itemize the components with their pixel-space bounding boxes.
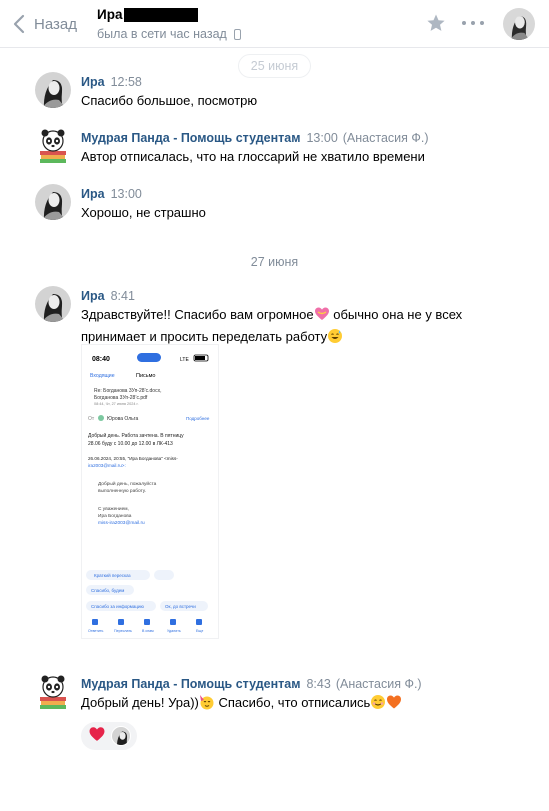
mail-toolbar-label: Удалить <box>167 629 181 633</box>
mail-body: Добрый день. Работа зачтена. В пятницу <box>88 432 184 439</box>
date-separator: 27 июня <box>0 255 549 269</box>
mail-toolbar-label: В спам <box>142 629 154 633</box>
star-icon[interactable] <box>426 13 446 33</box>
mail-toolbar-label: Еще <box>196 629 203 633</box>
message-time[interactable]: 8:43 <box>306 677 330 691</box>
message-text-part: обычно она не у всех <box>329 307 463 322</box>
message-time[interactable]: 13:00 <box>111 187 142 201</box>
message-time[interactable]: 12:58 <box>111 75 142 89</box>
orange-heart-emoji-icon <box>386 694 402 715</box>
contact-avatar[interactable] <box>503 8 535 40</box>
partying-face-emoji-icon <box>199 694 215 715</box>
mail-date: 08:44, Чт, 27 июня 2024 г. <box>94 402 139 406</box>
mail-toolbar-label: Переслать <box>114 629 132 633</box>
message-time[interactable]: 13:00 <box>306 131 337 145</box>
message-text: Спасибо большое, посмотрю <box>81 93 258 108</box>
date-label: 27 июня <box>250 255 299 269</box>
author-name[interactable]: Мудрая Панда - Помощь студентам <box>81 677 300 691</box>
heart-ribbon-emoji-icon <box>314 306 330 327</box>
smart-reply: Краткий пересказ <box>94 572 131 578</box>
date-separator: 25 июня <box>0 54 549 78</box>
author-name[interactable]: Ира <box>81 289 105 303</box>
message-text: Здравствуйте!! Спасибо вам огромное обыч… <box>81 305 481 349</box>
chevron-left-icon <box>8 10 30 38</box>
message-text: Хорошо, не страшно <box>81 205 206 220</box>
mobile-device-icon <box>233 28 241 40</box>
mail-quote: 26.06.2024, 20:55, "Ира Богданова" <miss… <box>88 456 178 461</box>
contact-name-text: Ира <box>97 7 123 22</box>
message-meta: Ира 12:58 <box>81 75 142 89</box>
redaction-bar <box>124 7 199 22</box>
mail-toolbar-label: Ответить <box>88 629 103 633</box>
chat-header: Назад Ира была в сети час назад <box>0 0 549 48</box>
date-label: 25 июня <box>237 54 312 78</box>
reactions-bar[interactable] <box>81 722 137 750</box>
smiling-face-emoji-icon <box>370 694 386 715</box>
red-heart-reaction-icon[interactable] <box>88 726 106 747</box>
phone-time: 08:40 <box>92 356 110 363</box>
mail-signature: miss-ira2003@mail.ru <box>98 520 145 526</box>
smart-reply: Спасибо, будем <box>91 588 124 593</box>
user-avatar[interactable] <box>35 286 71 322</box>
message-meta: Ира 8:41 <box>81 289 135 303</box>
message-time[interactable]: 8:41 <box>111 289 135 303</box>
mail-back-link: Входящие <box>90 373 115 379</box>
message-meta: Ира 13:00 <box>81 187 142 201</box>
message-text-part: Здравствуйте!! Спасибо вам огромное <box>81 307 314 322</box>
back-label: Назад <box>34 15 77 33</box>
mail-body: 28.06 буду с 10.00 до 12.00 в ЛК-413 <box>88 441 173 447</box>
panda-avatar[interactable] <box>35 128 71 164</box>
sweat-smile-emoji-icon <box>327 328 343 349</box>
mail-quote-body: Добрый день, пожалуйста <box>98 480 157 487</box>
author-name[interactable]: Ира <box>81 75 105 89</box>
network-label: LTE <box>180 357 189 363</box>
mail-from-label: От <box>88 416 95 422</box>
mail-subject: Богданова 3Уп-28’с.pdf <box>94 395 148 401</box>
message-text-part: Спасибо, что отписались <box>214 695 371 710</box>
user-avatar[interactable] <box>35 184 71 220</box>
contact-name[interactable]: Ира <box>97 7 199 22</box>
status-text: была в сети час назад <box>97 27 227 41</box>
mail-quote-body: выполненную работу. <box>98 488 146 494</box>
mail-from-name: Юрова Ольга <box>107 416 138 422</box>
message-meta: Мудрая Панда - Помощь студентам 8:43 (Анас… <box>81 677 422 691</box>
back-button[interactable]: Назад <box>8 10 77 38</box>
photo-attachment[interactable]: 08:40 LTE Входящие Письмо Re: Богданова … <box>81 344 219 639</box>
mail-quote: ira2003@mail.ru>: <box>88 463 126 468</box>
mail-signature: Ира Богданова <box>98 513 132 519</box>
panda-avatar[interactable] <box>35 674 71 710</box>
mail-title: Письмо <box>136 373 155 379</box>
mail-signature: С уважением, <box>98 506 129 512</box>
message-meta: Мудрая Панда - Помощь студентам 13:00 (Ана… <box>81 131 429 145</box>
message-text-part: принимает и просить переделать работу <box>81 329 328 344</box>
sender-signature: (Анастасия Ф.) <box>342 131 429 145</box>
message-text: Добрый день! Ура)) Спасибо, что отписали… <box>81 693 481 715</box>
author-name[interactable]: Ира <box>81 187 105 201</box>
sender-signature: (Анастасия Ф.) <box>335 677 422 691</box>
smart-reply: Спасибо за информацию <box>91 604 144 609</box>
message-text-part: Добрый день! Ура)) <box>81 695 199 710</box>
contact-status: была в сети час назад <box>97 27 241 41</box>
more-options-icon[interactable] <box>462 13 484 33</box>
user-avatar[interactable] <box>35 72 71 108</box>
mail-details-link: Подробнее <box>186 416 210 421</box>
smart-reply: Ок, до встречи <box>165 604 196 609</box>
mail-subject: Re: Богданова 3Уп-28’с.docx, <box>94 388 161 394</box>
author-name[interactable]: Мудрая Панда - Помощь студентам <box>81 131 300 145</box>
reactor-avatar[interactable] <box>111 726 131 746</box>
message-text: Автор отписалась, что на глоссарий не хв… <box>81 149 425 164</box>
